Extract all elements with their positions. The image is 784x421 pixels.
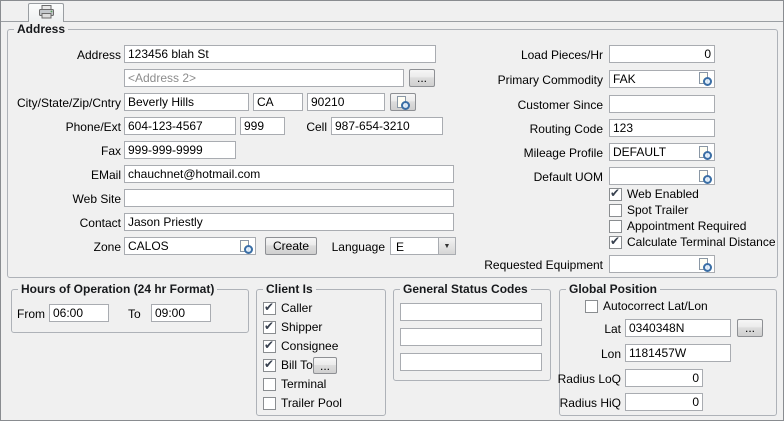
lon-label: Lon — [541, 347, 621, 361]
autocorrect-latlon-checkbox[interactable] — [585, 300, 598, 313]
cell-input[interactable] — [331, 117, 443, 135]
language-combo-value: E — [396, 240, 404, 254]
consignee-checkbox[interactable] — [263, 340, 276, 353]
uom-lookup-icon[interactable] — [698, 170, 712, 184]
from-label: From — [17, 307, 45, 321]
calc-terminal-distance-label: Calculate Terminal Distance — [627, 236, 776, 249]
web-enabled-checkbox[interactable] — [609, 188, 622, 201]
status-code-input-3[interactable] — [400, 353, 542, 371]
shipper-label: Shipper — [281, 321, 322, 334]
address-label: Address — [5, 48, 121, 62]
address-lookup-button[interactable] — [390, 93, 416, 111]
website-label: Web Site — [5, 192, 121, 206]
trailer-pool-checkbox[interactable] — [263, 397, 276, 410]
radius-hi-label: Radius HiQ — [529, 396, 621, 410]
to-input[interactable] — [151, 304, 211, 322]
hours-group-title: Hours of Operation (24 hr Format) — [18, 282, 217, 296]
trailer-pool-label: Trailer Pool — [281, 397, 342, 410]
email-label: EMail — [5, 168, 121, 182]
lon-input[interactable] — [625, 344, 731, 362]
caller-checkbox[interactable] — [263, 302, 276, 315]
commodity-lookup-icon[interactable] — [698, 72, 712, 86]
cell-label: Cell — [297, 120, 327, 134]
state-input[interactable] — [253, 93, 303, 111]
equipment-lookup-icon[interactable] — [698, 258, 712, 272]
email-input[interactable] — [124, 165, 454, 183]
autocorrect-latlon-label: Autocorrect Lat/Lon — [603, 300, 708, 313]
fax-label: Fax — [5, 144, 121, 158]
routing-code-input[interactable] — [609, 119, 715, 137]
radius-hi-input[interactable] — [625, 393, 703, 411]
bill-to-checkbox[interactable] — [263, 359, 276, 372]
zip-input[interactable] — [307, 93, 385, 111]
requested-equipment-label: Requested Equipment — [431, 258, 603, 272]
caller-label: Caller — [281, 302, 312, 315]
primary-commodity-label: Primary Commodity — [431, 73, 603, 87]
status-codes-group-title: General Status Codes — [400, 282, 531, 296]
contact-input[interactable] — [124, 213, 454, 231]
create-button[interactable]: Create — [265, 237, 317, 255]
appointment-required-checkbox[interactable] — [609, 220, 622, 233]
spot-trailer-checkbox[interactable] — [609, 204, 622, 217]
ext-input[interactable] — [240, 117, 285, 135]
printer-icon — [38, 5, 55, 22]
status-code-input-2[interactable] — [400, 328, 542, 346]
lat-browse-button[interactable]: ... — [737, 319, 763, 337]
lookup-icon — [396, 96, 410, 110]
to-label: To — [128, 307, 141, 321]
zone-label: Zone — [5, 240, 121, 254]
customer-since-input[interactable] — [609, 95, 715, 113]
terminal-checkbox[interactable] — [263, 378, 276, 391]
default-uom-label: Default UOM — [431, 170, 603, 184]
tab-strip-divider — [1, 21, 783, 22]
load-pieces-label: Load Pieces/Hr — [431, 48, 603, 62]
address2-input[interactable] — [124, 69, 404, 87]
city-state-zip-label: City/State/Zip/Cntry — [5, 96, 121, 110]
terminal-label: Terminal — [281, 378, 326, 391]
city-input[interactable] — [124, 93, 249, 111]
language-label: Language — [321, 240, 385, 254]
calc-terminal-distance-checkbox[interactable] — [609, 236, 622, 249]
radius-lo-label: Radius LoQ — [529, 372, 621, 386]
address-input[interactable] — [124, 45, 436, 63]
shipper-checkbox[interactable] — [263, 321, 276, 334]
phone-input[interactable] — [124, 117, 236, 135]
chevron-down-icon[interactable]: ▼ — [438, 238, 455, 254]
bill-to-label: Bill To — [281, 359, 313, 372]
customer-since-label: Customer Since — [431, 98, 603, 112]
website-input[interactable] — [124, 189, 454, 207]
zone-input[interactable] — [124, 237, 256, 255]
zone-lookup-icon[interactable] — [239, 240, 253, 254]
phone-ext-label: Phone/Ext — [5, 120, 121, 134]
fax-input[interactable] — [124, 141, 236, 159]
address-group-title: Address — [14, 22, 68, 36]
consignee-label: Consignee — [281, 340, 338, 353]
client-address-form: Address Address City/State/Zip/Cntry Pho… — [0, 0, 784, 421]
bill-to-browse-button[interactable]: ... — [313, 357, 337, 374]
appointment-required-label: Appointment Required — [627, 220, 746, 233]
radius-lo-input[interactable] — [625, 369, 703, 387]
language-combo[interactable]: E ▼ — [390, 237, 456, 255]
global-position-group-title: Global Position — [566, 282, 660, 296]
mileage-profile-label: Mileage Profile — [431, 146, 603, 160]
load-pieces-input[interactable] — [609, 45, 715, 63]
lat-label: Lat — [541, 322, 621, 336]
client-is-group-title: Client Is — [263, 282, 316, 296]
lat-input[interactable] — [625, 319, 731, 337]
status-code-input-1[interactable] — [400, 303, 542, 321]
from-input[interactable] — [49, 304, 109, 322]
address-tab[interactable] — [28, 3, 64, 22]
routing-code-label: Routing Code — [431, 122, 603, 136]
spot-trailer-label: Spot Trailer — [627, 204, 688, 217]
web-enabled-label: Web Enabled — [627, 188, 699, 201]
contact-label: Contact — [5, 216, 121, 230]
mileage-lookup-icon[interactable] — [698, 146, 712, 160]
